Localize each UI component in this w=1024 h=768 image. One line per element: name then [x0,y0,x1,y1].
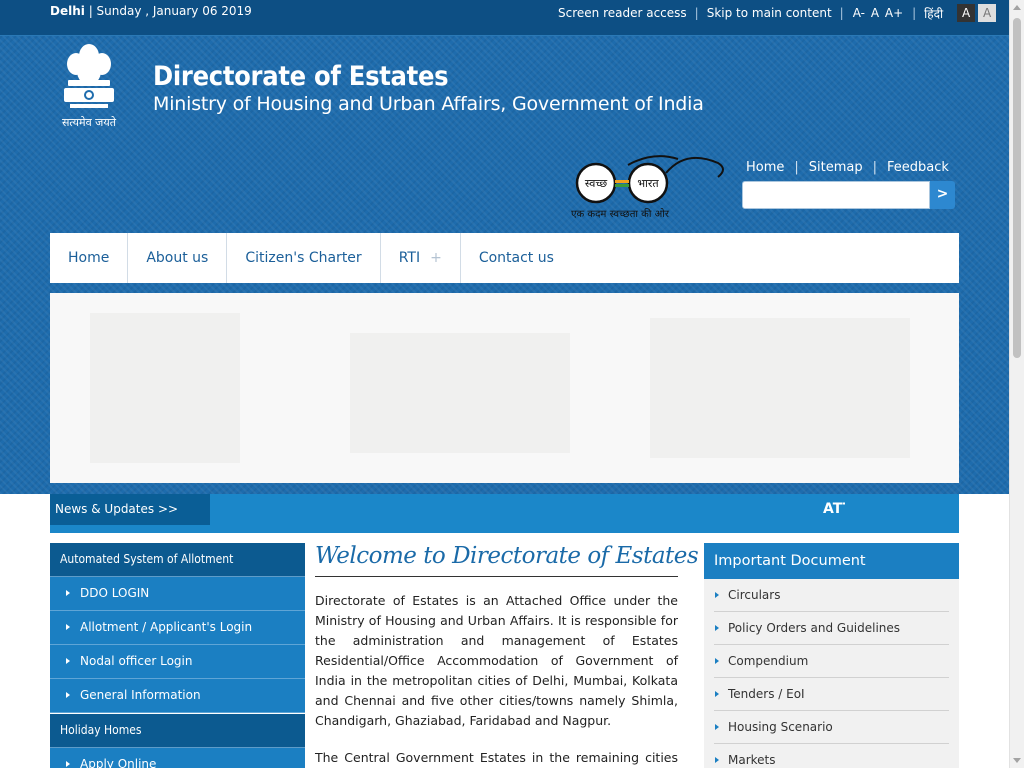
skip-to-content-link[interactable]: Skip to main content [707,6,832,20]
scrollbar-thumb[interactable] [1013,18,1021,358]
nav-contact-us[interactable]: Contact us [461,233,572,283]
scroll-down-arrow-icon[interactable] [1013,758,1021,763]
city-label: Delhi [50,4,85,18]
intro-paragraph: Directorate of Estates is an Attached Of… [315,593,678,728]
site-header: सत्यमेव जयते Directorate of Estates Mini… [0,36,1009,494]
news-ticker-text[interactable]: ATT [823,501,845,517]
circulars-link[interactable]: Circulars [714,579,949,612]
accessibility-links: Screen reader access | Skip to main cont… [558,4,997,22]
housing-scenario-link[interactable]: Housing Scenario [714,711,949,744]
banner-image-fragment [650,318,910,458]
markets-link[interactable]: Markets [714,744,949,768]
allotment-heading: Automated System of Allotment [50,543,305,577]
hindi-language-link[interactable]: हिंदी [924,5,943,22]
font-normal-button[interactable]: A [871,6,879,20]
emblem-motto: सत्यमेव जयते [62,116,117,129]
screen-reader-link[interactable]: Screen reader access [558,6,687,20]
news-label[interactable]: News & Updates >> [50,494,210,525]
search-submit-button[interactable]: > [930,181,955,209]
swachh-left-text: स्वच्छ [585,177,607,190]
date-label: Sunday , January 06 2019 [96,4,252,18]
left-sidebar: Automated System of Allotment DDO LOGIN … [50,543,305,768]
font-size-controls: A- A A+ [852,6,904,20]
scroll-up-arrow-icon[interactable] [1013,5,1021,10]
general-information-link[interactable]: General Information [50,679,305,713]
font-decrease-button[interactable]: A- [853,6,865,20]
main-navigation: Home About us Citizen's Charter RTI Cont… [50,233,959,283]
swachh-bharat-logo-icon: स्वच्छ भारत एक कदम स्वच्छता की ओर [571,155,724,220]
second-paragraph: The Central Government Estates in the re… [315,750,678,765]
header-feedback-link[interactable]: Feedback [887,160,949,175]
main-content: Welcome to Directorate of Estates Direct… [315,538,699,768]
dark-theme-button[interactable]: A [957,4,976,22]
swachh-right-text: भारत [637,177,659,190]
vertical-scrollbar[interactable] [1009,0,1024,768]
nav-rti-label: RTI [398,250,421,266]
news-ticker: News & Updates >> ATT [50,494,959,533]
light-theme-button[interactable]: A [978,4,997,22]
national-emblem-icon[interactable]: सत्यमेव जयते [54,38,124,130]
header-links: Home | Sitemap | Feedback [746,160,949,175]
banner-image-fragment [350,333,570,453]
nav-about-us[interactable]: About us [128,233,228,283]
nav-home[interactable]: Home [50,233,129,283]
divider: | [839,6,844,20]
divider: | [872,160,878,175]
top-bar: Delhi | Sunday , January 06 2019 Screen … [0,0,1009,36]
header-home-link[interactable]: Home [746,160,784,175]
applicant-login-link[interactable]: Allotment / Applicant's Login [50,611,305,645]
holiday-homes-heading: Holiday Homes [50,714,305,748]
nodal-officer-login-link[interactable]: Nodal officer Login [50,645,305,679]
nav-citizens-charter[interactable]: Citizen's Charter [227,233,381,283]
location-date: Delhi | Sunday , January 06 2019 [50,4,252,18]
divider: | [912,6,917,20]
site-subtitle: Ministry of Housing and Urban Affairs, G… [153,93,704,115]
important-documents-heading: Important Document [704,543,959,579]
welcome-heading: Welcome to Directorate of Estates [315,538,699,577]
banner-slider[interactable] [50,293,959,483]
search-input[interactable] [742,181,930,209]
important-documents-panel: Important Document Circulars Policy Orde… [704,543,959,768]
tenders-link[interactable]: Tenders / EoI [714,678,949,711]
site-title[interactable]: Directorate of Estates [153,61,449,92]
swachh-tagline: एक कदम स्वच्छता की ओर [571,208,670,220]
compendium-link[interactable]: Compendium [714,645,949,678]
nav-rti[interactable]: RTI [381,233,461,283]
search-box: > [742,181,955,209]
ddo-login-link[interactable]: DDO LOGIN [50,577,305,611]
font-increase-button[interactable]: A+ [885,6,903,20]
header-sitemap-link[interactable]: Sitemap [809,160,863,175]
policy-orders-link[interactable]: Policy Orders and Guidelines [714,612,949,645]
divider: | [794,160,799,175]
divider: | [694,6,699,20]
banner-image-fragment [90,313,240,463]
apply-online-link[interactable]: Apply Online [50,748,305,768]
